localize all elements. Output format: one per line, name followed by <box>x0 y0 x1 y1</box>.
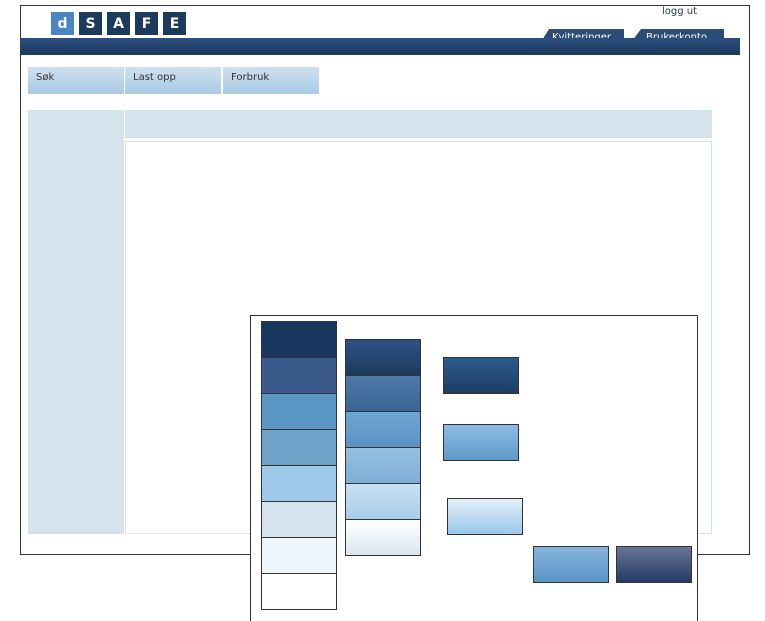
logo-letter-d: d <box>51 12 74 35</box>
color-palette-overlay <box>250 315 698 621</box>
palette-swatch-gradient <box>345 411 421 448</box>
logo-letter-e: E <box>163 12 186 35</box>
logo-letter-f: F <box>135 12 158 35</box>
palette-sample-button <box>447 498 523 535</box>
palette-swatch-solid <box>261 501 337 538</box>
palette-swatch-solid <box>261 429 337 466</box>
content-header <box>125 110 712 138</box>
palette-swatch-solid <box>261 357 337 394</box>
palette-swatch-solid <box>261 573 337 610</box>
header-bar <box>20 38 740 55</box>
left-sidebar-panel <box>28 110 124 534</box>
palette-swatch-gradient <box>345 483 421 520</box>
palette-sample-button <box>443 424 519 461</box>
palette-sample-button <box>533 546 609 583</box>
nav-last-opp-button[interactable]: Last opp <box>125 67 221 94</box>
palette-swatch-gradient <box>345 447 421 484</box>
palette-swatch-solid <box>261 393 337 430</box>
palette-swatch-solid <box>261 537 337 574</box>
dsafe-logo[interactable]: d S A F E <box>51 12 186 35</box>
palette-sample-button <box>616 546 692 583</box>
palette-swatch-solid <box>261 321 337 358</box>
palette-swatch-gradient <box>345 339 421 376</box>
palette-swatch-gradient <box>345 519 421 556</box>
palette-sample-button <box>443 357 519 394</box>
palette-swatch-solid <box>261 465 337 502</box>
palette-swatch-gradient <box>345 375 421 412</box>
logo-letter-a: A <box>107 12 130 35</box>
nav-sok-button[interactable]: Søk <box>28 67 124 94</box>
logout-link[interactable]: logg ut <box>662 6 697 17</box>
logo-letter-s: S <box>79 12 102 35</box>
nav-forbruk-button[interactable]: Forbruk <box>223 67 319 94</box>
